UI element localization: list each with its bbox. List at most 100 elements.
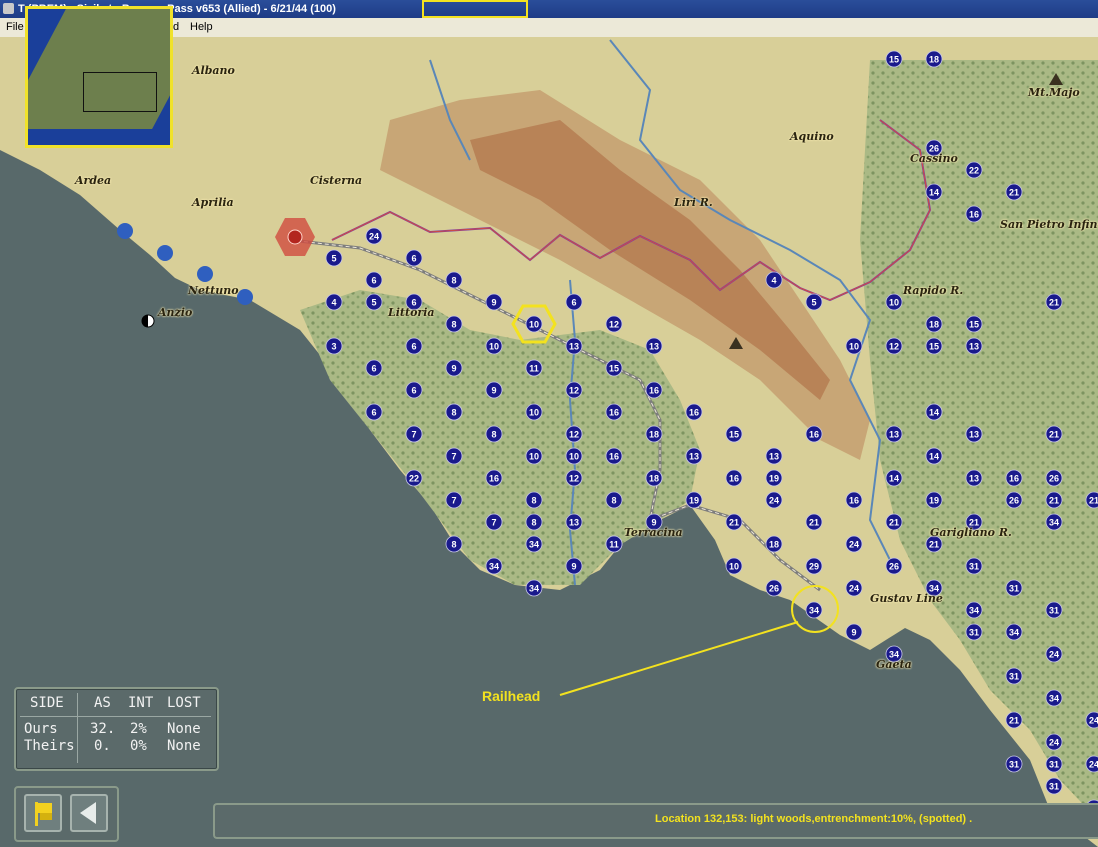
- unit-counter[interactable]: 9: [565, 557, 583, 575]
- unit-counter[interactable]: 16: [805, 425, 823, 443]
- unit-counter[interactable]: 14: [925, 183, 943, 201]
- unit-counter[interactable]: 13: [685, 447, 703, 465]
- unit-counter[interactable]: 22: [405, 469, 423, 487]
- unit-counter[interactable]: 24: [1085, 755, 1098, 773]
- unit-counter[interactable]: 21: [1045, 425, 1063, 443]
- minimap-viewport[interactable]: [83, 72, 157, 112]
- unit-counter[interactable]: 31: [1045, 601, 1063, 619]
- unit-counter[interactable]: 24: [845, 535, 863, 553]
- unit-counter[interactable]: 34: [1045, 689, 1063, 707]
- unit-counter[interactable]: 21: [1005, 183, 1023, 201]
- unit-counter[interactable]: 14: [925, 403, 943, 421]
- unit-counter[interactable]: 8: [485, 425, 503, 443]
- unit-counter[interactable]: 18: [925, 315, 943, 333]
- unit-counter[interactable]: 18: [765, 535, 783, 553]
- unit-counter[interactable]: 6: [405, 381, 423, 399]
- unit-counter[interactable]: 31: [965, 557, 983, 575]
- unit-counter[interactable]: 34: [525, 579, 543, 597]
- unit-counter[interactable]: 31: [1045, 755, 1063, 773]
- unit-counter[interactable]: 15: [885, 50, 903, 68]
- unit-counter[interactable]: 13: [965, 469, 983, 487]
- unit-counter[interactable]: 31: [1005, 579, 1023, 597]
- unit-counter[interactable]: 21: [1045, 491, 1063, 509]
- unit-counter[interactable]: 10: [725, 557, 743, 575]
- unit-counter[interactable]: 4: [765, 271, 783, 289]
- unit-counter[interactable]: 8: [445, 315, 463, 333]
- unit-counter[interactable]: 16: [725, 469, 743, 487]
- unit-counter[interactable]: 8: [525, 513, 543, 531]
- unit-counter[interactable]: 21: [1005, 711, 1023, 729]
- unit-counter[interactable]: 29: [805, 557, 823, 575]
- unit-counter[interactable]: 6: [405, 337, 423, 355]
- unit-counter[interactable]: 13: [965, 337, 983, 355]
- unit-counter[interactable]: 31: [1045, 777, 1063, 795]
- unit-counter[interactable]: 7: [445, 447, 463, 465]
- unit-counter[interactable]: 26: [1005, 491, 1023, 509]
- unit-counter[interactable]: 8: [605, 491, 623, 509]
- unit-counter[interactable]: 15: [725, 425, 743, 443]
- unit-counter[interactable]: 21: [1045, 293, 1063, 311]
- unit-counter[interactable]: 8: [445, 271, 463, 289]
- unit-counter[interactable]: 11: [525, 359, 543, 377]
- unit-counter[interactable]: 22: [965, 161, 983, 179]
- unit-counter[interactable]: 34: [525, 535, 543, 553]
- unit-counter[interactable]: 31: [1005, 755, 1023, 773]
- unit-counter[interactable]: 21: [1085, 491, 1098, 509]
- unit-counter[interactable]: 10: [485, 337, 503, 355]
- unit-counter[interactable]: 10: [525, 447, 543, 465]
- unit-counter[interactable]: 16: [645, 381, 663, 399]
- unit-counter[interactable]: 12: [605, 315, 623, 333]
- unit-counter[interactable]: 34: [1045, 513, 1063, 531]
- menu-stub[interactable]: d: [173, 21, 179, 33]
- unit-counter[interactable]: 13: [885, 425, 903, 443]
- unit-counter[interactable]: 21: [885, 513, 903, 531]
- unit-counter[interactable]: 19: [765, 469, 783, 487]
- unit-counter[interactable]: 24: [1045, 733, 1063, 751]
- unit-counter[interactable]: 9: [485, 293, 503, 311]
- back-button[interactable]: [70, 794, 108, 832]
- unit-counter[interactable]: 16: [605, 447, 623, 465]
- unit-counter[interactable]: 14: [925, 447, 943, 465]
- unit-counter[interactable]: 19: [925, 491, 943, 509]
- unit-counter[interactable]: 13: [765, 447, 783, 465]
- unit-counter[interactable]: 13: [565, 513, 583, 531]
- unit-counter[interactable]: 5: [365, 293, 383, 311]
- menu-help[interactable]: Help: [190, 21, 213, 33]
- unit-counter[interactable]: 26: [885, 557, 903, 575]
- unit-counter[interactable]: 7: [445, 491, 463, 509]
- unit-counter[interactable]: 18: [645, 469, 663, 487]
- unit-counter[interactable]: 15: [925, 337, 943, 355]
- unit-counter[interactable]: 15: [965, 315, 983, 333]
- unit-counter[interactable]: 5: [805, 293, 823, 311]
- unit-counter[interactable]: 34: [485, 557, 503, 575]
- unit-counter[interactable]: 16: [485, 469, 503, 487]
- unit-counter[interactable]: 6: [405, 249, 423, 267]
- unit-counter[interactable]: 24: [365, 227, 383, 245]
- unit-counter[interactable]: 13: [565, 337, 583, 355]
- unit-counter[interactable]: 10: [525, 403, 543, 421]
- menu-file[interactable]: File: [6, 21, 24, 33]
- unit-counter[interactable]: 24: [1045, 645, 1063, 663]
- unit-counter[interactable]: 11: [605, 535, 623, 553]
- unit-counter[interactable]: 21: [805, 513, 823, 531]
- unit-counter[interactable]: 12: [565, 469, 583, 487]
- flag-button[interactable]: [24, 794, 62, 832]
- unit-counter[interactable]: 18: [925, 50, 943, 68]
- unit-counter[interactable]: 10: [845, 337, 863, 355]
- unit-counter[interactable]: 34: [1005, 623, 1023, 641]
- unit-counter[interactable]: 10: [885, 293, 903, 311]
- unit-counter[interactable]: 12: [565, 381, 583, 399]
- unit-counter[interactable]: 13: [645, 337, 663, 355]
- unit-counter[interactable]: 9: [845, 623, 863, 641]
- unit-counter[interactable]: 8: [445, 403, 463, 421]
- unit-counter[interactable]: 6: [365, 359, 383, 377]
- unit-counter[interactable]: 16: [605, 403, 623, 421]
- unit-counter[interactable]: 14: [885, 469, 903, 487]
- unit-counter[interactable]: 6: [365, 271, 383, 289]
- unit-counter[interactable]: 10: [525, 315, 543, 333]
- unit-counter[interactable]: 15: [605, 359, 623, 377]
- unit-counter[interactable]: 6: [365, 403, 383, 421]
- unit-counter[interactable]: 18: [645, 425, 663, 443]
- unit-counter[interactable]: 26: [765, 579, 783, 597]
- unit-counter[interactable]: 8: [525, 491, 543, 509]
